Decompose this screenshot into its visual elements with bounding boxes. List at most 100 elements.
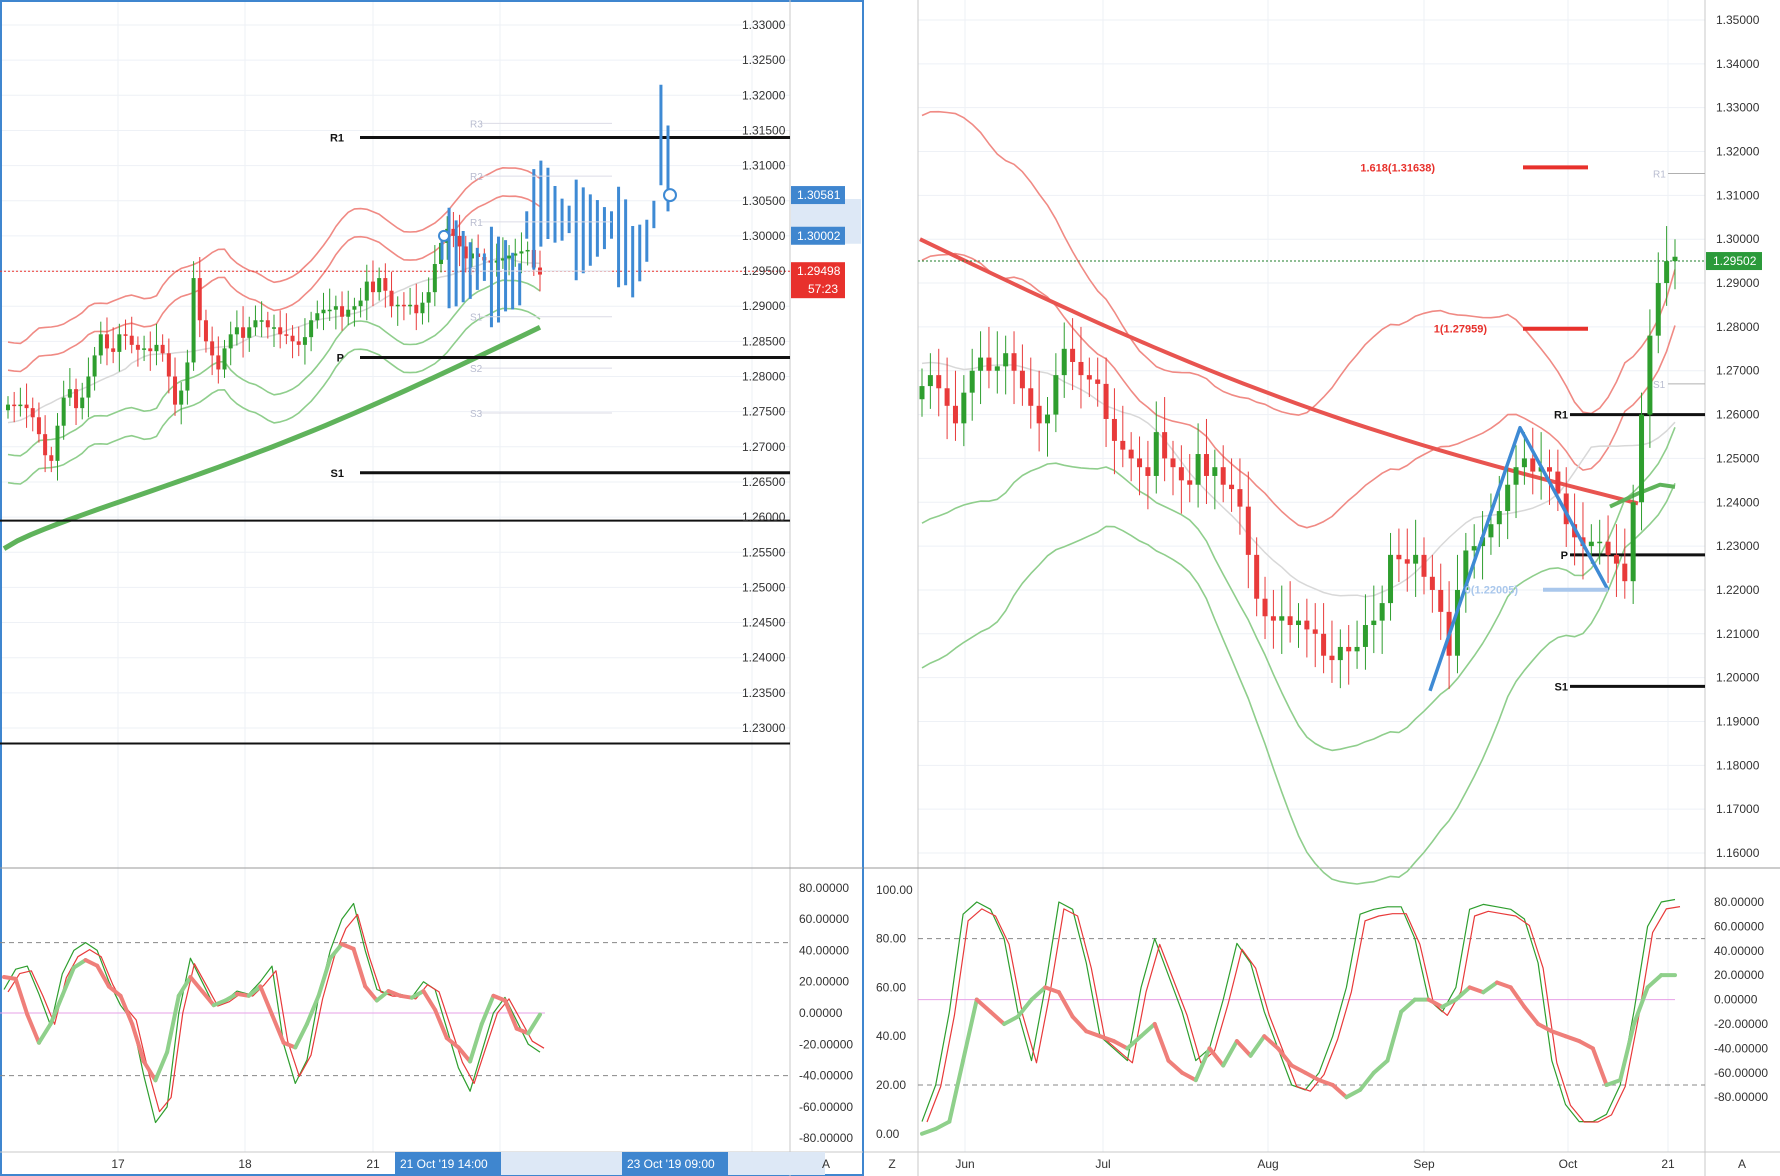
candle-body bbox=[1438, 589, 1444, 612]
candle-body bbox=[228, 334, 233, 349]
candle-body bbox=[1354, 646, 1360, 652]
candle-body bbox=[1664, 261, 1670, 284]
candle-body bbox=[1170, 458, 1176, 468]
time-tick-label: Jul bbox=[1095, 1157, 1110, 1171]
candle-body bbox=[80, 397, 85, 409]
candle-body bbox=[1555, 471, 1561, 494]
candle-body bbox=[927, 375, 933, 387]
price-tick-label: 1.24000 bbox=[742, 651, 786, 665]
candle-body bbox=[36, 417, 41, 435]
candle-body bbox=[104, 334, 109, 349]
time-tag-start-text: 21 Oct '19 14:00 bbox=[400, 1157, 488, 1171]
faint-pivot-label: R1 bbox=[470, 218, 483, 229]
faint-pivot-label: S1 bbox=[470, 313, 483, 324]
candle-body bbox=[1429, 576, 1435, 590]
projection-end-marker[interactable] bbox=[663, 188, 677, 203]
osc-tick-label: 0.00000 bbox=[799, 1006, 843, 1020]
candle-body bbox=[1362, 625, 1368, 647]
candle-body bbox=[364, 281, 369, 301]
fib-label-f1618: 1.618(1.31638) bbox=[1360, 162, 1435, 174]
osc-tick-label: -80.00000 bbox=[799, 1131, 853, 1145]
candle-body bbox=[1605, 541, 1611, 555]
candle-body bbox=[1296, 620, 1301, 626]
candle-body bbox=[1379, 603, 1385, 621]
candle-body bbox=[1028, 388, 1034, 406]
price-tick-label: 1.25500 bbox=[742, 545, 786, 559]
candle-body bbox=[1513, 467, 1519, 485]
candle-body bbox=[401, 304, 406, 307]
candle-body bbox=[1622, 563, 1628, 582]
projection-start-marker[interactable] bbox=[438, 229, 450, 242]
price-tick-label: 1.23000 bbox=[742, 721, 786, 735]
candle-body bbox=[1413, 554, 1419, 564]
candle-body bbox=[142, 348, 147, 350]
time-tick-label: Jun bbox=[955, 1157, 974, 1171]
candle-body bbox=[1086, 375, 1092, 380]
candle-body bbox=[1187, 480, 1193, 485]
candle-body bbox=[74, 389, 79, 409]
osc-tick-label: 20.00000 bbox=[799, 975, 849, 989]
candle-body bbox=[24, 404, 29, 409]
osc-right-tick-label: 20.00000 bbox=[1714, 968, 1764, 982]
candle-body bbox=[395, 304, 400, 307]
candle-body bbox=[278, 327, 283, 335]
candle-body bbox=[507, 255, 512, 259]
pivot-label-s1: S1 bbox=[331, 468, 344, 480]
time-tick-label: 21 bbox=[1661, 1157, 1675, 1171]
candle-body bbox=[203, 320, 208, 342]
time-tick-label: 17 bbox=[111, 1157, 125, 1171]
faint-pivot-label: S3 bbox=[470, 409, 483, 420]
osc-right-tick-label: 80.00000 bbox=[1714, 895, 1764, 909]
candle-body bbox=[1471, 546, 1477, 551]
osc-left-tick-label: 0.00 bbox=[876, 1127, 900, 1141]
candle-body bbox=[1396, 554, 1402, 560]
candle-body bbox=[247, 327, 252, 338]
candle-body bbox=[346, 309, 351, 317]
candle-body bbox=[272, 327, 276, 329]
price-tick-label: 1.25000 bbox=[742, 580, 786, 594]
candle-body bbox=[253, 320, 258, 328]
price-tick-label: 1.26500 bbox=[742, 475, 786, 489]
price-tick-label: 1.28500 bbox=[742, 334, 786, 348]
candle-body bbox=[1019, 370, 1025, 389]
price-tick-label: 1.32000 bbox=[742, 88, 786, 102]
auto-scale-button: A bbox=[1738, 1157, 1746, 1171]
candle-body bbox=[1011, 353, 1017, 371]
price-tick-label: 1.16000 bbox=[1716, 846, 1760, 860]
time-tick-label: 18 bbox=[238, 1157, 252, 1171]
price-tick-label: 1.17000 bbox=[1716, 802, 1760, 816]
candle-body bbox=[86, 376, 91, 398]
candle-body bbox=[420, 302, 425, 314]
candle-body bbox=[377, 278, 382, 293]
candle-body bbox=[457, 235, 462, 247]
pivot-label-r1: R1 bbox=[1554, 410, 1568, 422]
osc-tick-label: 60.00000 bbox=[799, 912, 849, 926]
candle-body bbox=[961, 392, 967, 424]
osc-right-tick-label: -20.00000 bbox=[1714, 1017, 1768, 1031]
price-tick-label: 1.23500 bbox=[742, 686, 786, 700]
current-price-tag-text: 1.29498 bbox=[797, 264, 841, 278]
candle-body bbox=[1178, 467, 1184, 481]
candle-body bbox=[1421, 554, 1427, 577]
pivot-label-r1: R1 bbox=[330, 132, 344, 144]
candle-body bbox=[1095, 379, 1101, 384]
candle-body bbox=[129, 335, 134, 345]
candle-body bbox=[1036, 405, 1042, 424]
price-tick-label: 1.20000 bbox=[1716, 671, 1760, 685]
candle-body bbox=[1128, 449, 1134, 459]
candle-body bbox=[321, 309, 326, 314]
price-tick-label: 1.24500 bbox=[742, 616, 786, 630]
candle-body bbox=[1655, 283, 1661, 336]
osc-tick-label: 80.00000 bbox=[799, 881, 849, 895]
price-tick-label: 1.27500 bbox=[742, 405, 786, 419]
candle-body bbox=[185, 362, 190, 391]
candle-body bbox=[1329, 655, 1335, 661]
current-price-tag-text: 1.29502 bbox=[1713, 254, 1757, 268]
price-tag-upper-text: 1.30581 bbox=[797, 188, 841, 202]
price-tick-label: 1.30000 bbox=[1716, 232, 1760, 246]
faint-pivot-label: R1 bbox=[1653, 169, 1666, 180]
candle-body bbox=[986, 357, 992, 371]
price-tick-label: 1.19000 bbox=[1716, 714, 1760, 728]
candle-body bbox=[1279, 616, 1285, 621]
candle-body bbox=[117, 334, 122, 352]
